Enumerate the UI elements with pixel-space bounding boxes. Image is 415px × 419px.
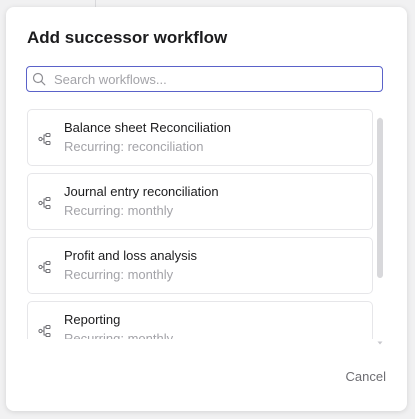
cancel-button[interactable]: Cancel — [326, 366, 386, 386]
list-scrollbar[interactable] — [377, 109, 383, 345]
scroll-down-arrow-icon[interactable] — [377, 333, 383, 345]
workflow-name: Profit and loss analysis — [64, 248, 197, 263]
workflow-recurrence: Recurring: monthly — [64, 203, 174, 218]
workflow-name: Journal entry reconciliation — [64, 184, 219, 199]
search-icon — [32, 71, 48, 87]
workflow-icon — [38, 260, 52, 274]
search-input[interactable] — [54, 71, 374, 87]
workflow-recurrence: Recurring: reconciliation — [64, 139, 204, 154]
workflow-name: Balance sheet Reconciliation — [64, 120, 231, 135]
workflow-recurrence: Recurring: monthly — [64, 331, 174, 339]
workflow-item[interactable]: Journal entry reconciliation Recurring: … — [27, 173, 373, 230]
workflow-item[interactable]: Profit and loss analysis Recurring: mont… — [27, 237, 373, 294]
scrollbar-thumb[interactable] — [377, 118, 383, 278]
workflow-item[interactable]: Reporting Recurring: monthly — [27, 301, 373, 339]
workflow-icon — [38, 324, 52, 338]
workflow-name: Reporting — [64, 312, 121, 327]
workflow-recurrence: Recurring: monthly — [64, 267, 174, 282]
scroll-up-arrow-icon[interactable] — [377, 109, 383, 121]
workflow-list: Balance sheet Reconciliation Recurring: … — [26, 109, 376, 339]
workflow-icon — [38, 196, 52, 210]
dialog-title: Add successor workflow — [27, 28, 228, 47]
search-field[interactable] — [26, 66, 383, 92]
add-successor-workflow-dialog: Add successor workflow Balance sheet Rec… — [6, 7, 407, 411]
workflow-item[interactable]: Balance sheet Reconciliation Recurring: … — [27, 109, 373, 166]
workflow-icon — [38, 132, 52, 146]
